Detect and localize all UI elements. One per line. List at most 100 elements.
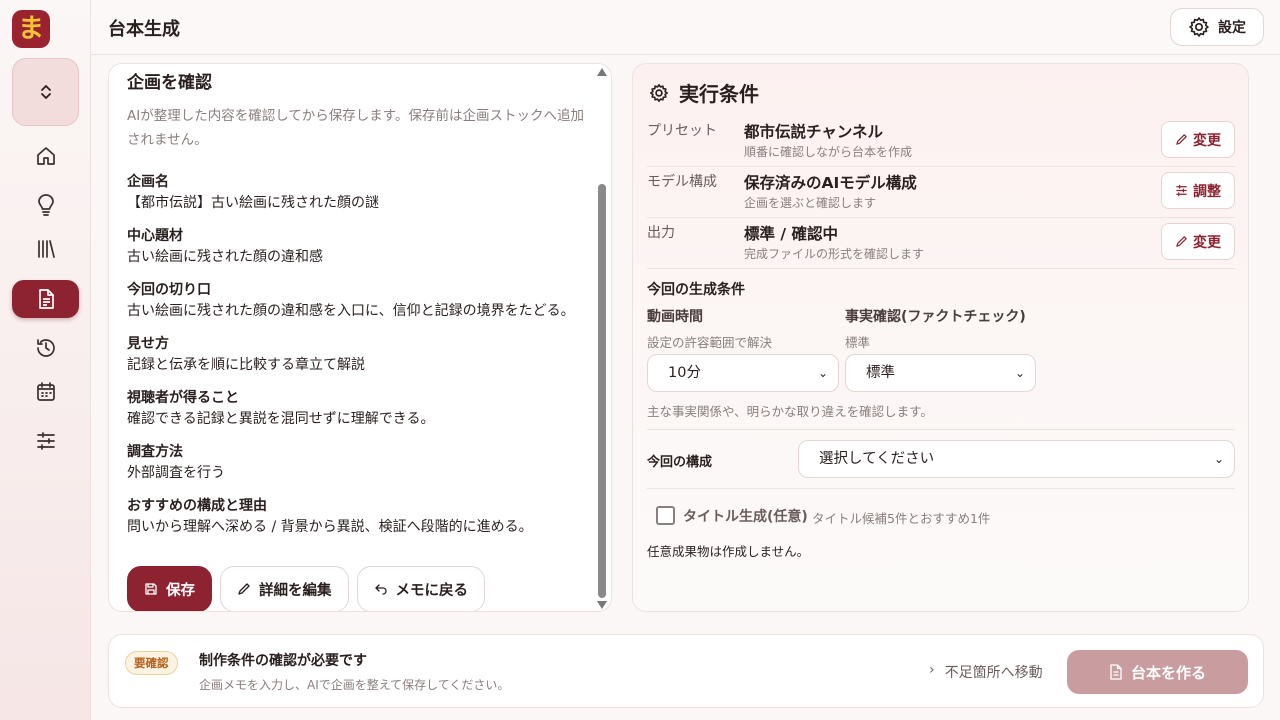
field-label: 中心題材 xyxy=(127,228,183,244)
factcheck-hint: 標準 xyxy=(845,335,871,350)
change-output-button[interactable]: 変更 xyxy=(1161,223,1235,260)
structure-label: 今回の構成 xyxy=(647,455,713,470)
status-badge: 要確認 xyxy=(125,651,178,675)
field-value: 記録と伝承を順に比較する章立て解説 xyxy=(127,357,365,373)
jump-label: 不足箇所へ移動 xyxy=(944,665,1043,681)
condition-label: モデル構成 xyxy=(647,174,717,190)
pencil-icon xyxy=(238,583,250,595)
condition-row-preset: プリセット 都市伝説チャンネル 順番に確認しながら台本を作成 変更 xyxy=(647,116,1235,167)
page-title: 台本生成 xyxy=(108,19,180,40)
back-label: メモに戻る xyxy=(395,582,469,599)
status-subtitle: 企画メモを入力し、AIで企画を整えて保存してください。 xyxy=(199,678,510,692)
sidebar-item-history[interactable] xyxy=(12,329,79,367)
condition-value: 都市伝説チャンネル xyxy=(744,123,884,141)
plan-confirm-card: 企画を確認 AIが整理した内容を確認してから保存します。保存前は企画ストックへ追… xyxy=(108,63,612,612)
plan-fields: 企画名【都市伝説】古い絵画に残された顔の謎 中心題材古い絵画に残された顔の違和感… xyxy=(127,172,587,538)
condition-row-model: モデル構成 保存済みのAIモデル構成 企画を選ぶと確認します 調整 xyxy=(647,167,1235,218)
chevron-right-icon: › xyxy=(929,662,935,678)
title-generation-hint: タイトル候補5件とおすすめ1件 xyxy=(812,511,991,526)
field-value: 古い絵画に残された顔の違和感を入口に、信仰と記録の境界をたどる。 xyxy=(127,303,575,319)
field-value: 問いから理解へ深める / 背景から異説、検証へ段階的に進める。 xyxy=(127,519,533,535)
plan-field: 中心題材古い絵画に残された顔の違和感 xyxy=(127,226,587,268)
gear-icon xyxy=(650,83,668,102)
condition-label: プリセット xyxy=(647,123,717,139)
field-value: 古い絵画に残された顔の違和感 xyxy=(127,249,323,265)
pencil-icon xyxy=(1176,134,1187,145)
jump-to-missing-link[interactable]: › 不足箇所へ移動 xyxy=(929,662,1043,682)
plan-field: 企画名【都市伝説】古い絵画に残された顔の謎 xyxy=(127,172,587,214)
condition-sub: 完成ファイルの形式を確認します xyxy=(744,247,925,261)
sidebar-item-ideas[interactable] xyxy=(12,186,79,224)
status-bar: 要確認 制作条件の確認が必要です 企画メモを入力し、AIで企画を整えて保存してく… xyxy=(108,634,1264,708)
button-label: 変更 xyxy=(1193,234,1221,251)
title-generation-label[interactable]: タイトル生成(任意) xyxy=(683,506,808,526)
duration-value: 10分 xyxy=(668,365,701,381)
sliders-icon xyxy=(36,432,55,450)
divider xyxy=(647,488,1235,489)
field-value: 確認できる記録と異説を混同せずに理解できる。 xyxy=(127,411,435,427)
field-label: 企画名 xyxy=(127,174,169,190)
create-script-button[interactable]: 台本を作る xyxy=(1067,650,1248,694)
plan-scrollbar[interactable] xyxy=(596,68,608,609)
sidebar-item-tuning[interactable] xyxy=(12,422,79,460)
condition-label: 出力 xyxy=(647,225,675,241)
edit-details-button[interactable]: 詳細を編集 xyxy=(220,566,349,611)
chevron-down-icon: ⌄ xyxy=(817,366,828,380)
field-label: 調査方法 xyxy=(127,444,183,460)
condition-sub: 企画を選ぶと確認します xyxy=(744,196,877,210)
plan-field: おすすめの構成と理由問いから理解へ深める / 背景から異説、検証へ段階的に進める… xyxy=(127,496,587,538)
save-icon xyxy=(145,583,157,595)
sidebar-switch-button[interactable] xyxy=(12,58,79,126)
condition-sub: 順番に確認しながら台本を作成 xyxy=(744,145,913,159)
sidebar-item-calendar[interactable] xyxy=(12,373,79,411)
field-value: 外部調査を行う xyxy=(127,465,225,481)
gear-icon xyxy=(1189,17,1209,37)
duration-label: 動画時間 xyxy=(647,309,703,325)
create-script-label: 台本を作る xyxy=(1130,663,1206,682)
structure-select[interactable]: 選択してください ⌄ xyxy=(798,440,1235,478)
scroll-thumb[interactable] xyxy=(598,184,606,598)
condition-value: 保存済みのAIモデル構成 xyxy=(744,174,917,192)
adjust-model-button[interactable]: 調整 xyxy=(1161,172,1235,209)
divider xyxy=(647,429,1235,430)
sidebar-item-library[interactable] xyxy=(12,230,79,268)
field-label: おすすめの構成と理由 xyxy=(127,498,267,514)
factcheck-select[interactable]: 標準 ⌄ xyxy=(845,354,1036,392)
document-icon xyxy=(1110,664,1122,680)
save-label: 保存 xyxy=(166,582,195,599)
title-generation-checkbox[interactable] xyxy=(656,506,675,525)
generation-conditions-heading: 今回の生成条件 xyxy=(647,282,745,298)
structure-placeholder: 選択してください xyxy=(819,451,935,467)
sliders-icon xyxy=(1176,184,1187,197)
chevron-down-icon: ⌄ xyxy=(1213,452,1224,466)
field-label: 今回の切り口 xyxy=(127,282,211,298)
condition-row-output: 出力 標準 / 確認中 完成ファイルの形式を確認します 変更 xyxy=(647,218,1235,269)
change-preset-button[interactable]: 変更 xyxy=(1161,121,1235,158)
plan-description: AIが整理した内容を確認してから保存します。保存前は企画ストックへ追加されません… xyxy=(127,108,584,148)
document-icon xyxy=(38,289,54,309)
settings-button[interactable]: 設定 xyxy=(1170,8,1264,46)
optional-output-note: 任意成果物は作成しません。 xyxy=(647,544,810,559)
field-label: 視聴者が得ること xyxy=(127,390,239,406)
duration-select[interactable]: 10分 ⌄ xyxy=(647,354,839,392)
library-icon xyxy=(37,240,55,258)
back-to-memo-button[interactable]: メモに戻る xyxy=(356,566,485,611)
plan-field: 調査方法外部調査を行う xyxy=(127,442,587,484)
button-label: 調整 xyxy=(1193,183,1221,200)
page-header: 台本生成 設定 xyxy=(91,0,1280,55)
scroll-down-arrow[interactable] xyxy=(597,601,607,609)
app-logo[interactable]: ま xyxy=(12,10,50,48)
calendar-icon xyxy=(36,382,55,401)
button-label: 変更 xyxy=(1193,132,1221,149)
save-button[interactable]: 保存 xyxy=(127,566,212,611)
pencil-icon xyxy=(1176,236,1187,247)
history-icon xyxy=(36,339,55,357)
field-value: 【都市伝説】古い絵画に残された顔の謎 xyxy=(127,195,379,211)
plan-actions: 保存 詳細を編集 メモに戻る xyxy=(127,566,485,611)
sidebar-item-home[interactable] xyxy=(12,137,79,175)
scroll-up-arrow[interactable] xyxy=(597,68,607,76)
conditions-card: 実行条件 プリセット 都市伝説チャンネル 順番に確認しながら台本を作成 変更 モ… xyxy=(632,63,1249,612)
conditions-title: 実行条件 xyxy=(679,82,759,106)
chevron-down-icon: ⌄ xyxy=(1014,366,1025,380)
sidebar-item-script[interactable] xyxy=(12,280,79,318)
